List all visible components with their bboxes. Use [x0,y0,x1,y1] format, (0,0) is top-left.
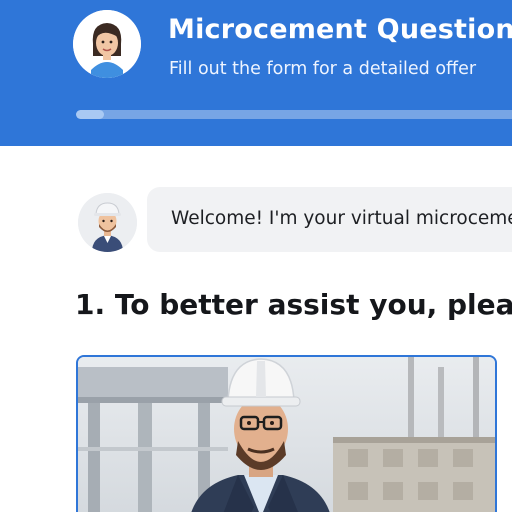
question-heading: 1. To better assist you, please [75,288,512,321]
woman-avatar-icon [73,10,141,78]
page-subtitle: Fill out the form for a detailed offer [169,59,477,79]
progress-bar [76,110,512,119]
progress-fill [76,110,104,119]
construction-worker-avatar-icon [78,193,137,252]
welcome-message-bubble: Welcome! I'm your virtual microcement as… [147,187,512,252]
engineer-photo-option[interactable] [76,355,497,512]
header-bar: Microcement Questionnaire Fill out the f… [0,0,512,146]
welcome-message-text: Welcome! I'm your virtual microcement as… [171,208,512,229]
page-title: Microcement Questionnaire [168,14,512,45]
questionnaire-page: Microcement Questionnaire Fill out the f… [0,0,512,512]
engineer-photo [78,357,495,512]
